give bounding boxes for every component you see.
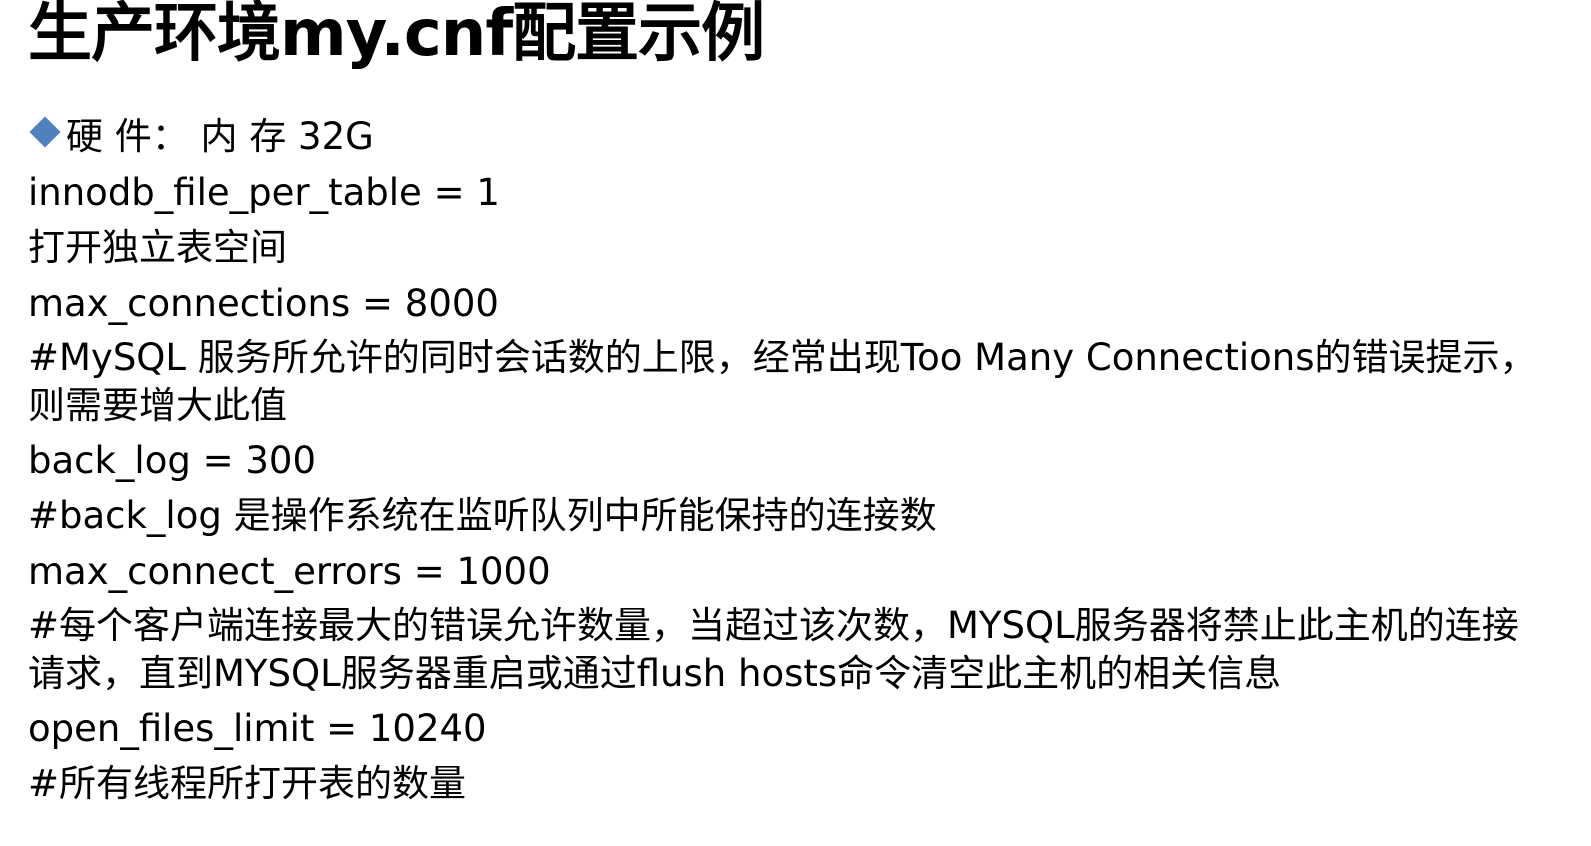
config-line-innodb: innodb_file_per_table = 1: [28, 170, 500, 214]
page-title: 生产环境my.cnf配置示例: [28, 0, 765, 71]
comment-open-files-limit: #所有线程所打开表的数量: [28, 762, 467, 805]
config-line-max-connect-errors: max_connect_errors = 1000: [28, 549, 551, 593]
config-line-max-connections: max_connections = 8000: [28, 281, 499, 325]
comment-max-connect-errors: #每个客户端连接最大的错误允许数量，当超过该次数，MYSQL服务器将禁止此主机的…: [28, 604, 1519, 695]
config-line-back-log: back_log = 300: [28, 438, 316, 482]
hardware-line: 硬 件： 内 存 32G: [28, 112, 1568, 162]
config-content: 硬 件： 内 存 32G innodb_file_per_table = 1 打…: [28, 112, 1568, 815]
comment-innodb: 打开独立表空间: [28, 226, 287, 269]
hardware-text: 硬 件： 内 存 32G: [66, 115, 374, 158]
comment-back-log: #back_log 是操作系统在监听队列中所能保持的连接数: [28, 494, 937, 537]
config-line-open-files-limit: open_files_limit = 10240: [28, 706, 487, 750]
diamond-bullet-icon: [29, 116, 61, 148]
comment-max-connections: #MySQL 服务所允许的同时会话数的上限，经常出现Too Many Conne…: [28, 336, 1537, 427]
